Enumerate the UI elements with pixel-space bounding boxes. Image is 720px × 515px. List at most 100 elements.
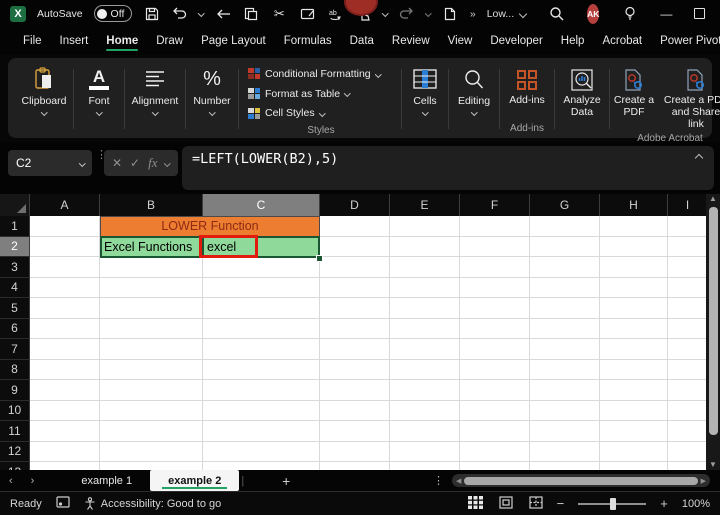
zoom-slider[interactable] bbox=[578, 497, 647, 510]
scroll-down-icon[interactable]: ▼ bbox=[709, 460, 717, 470]
menu-tab-help[interactable]: Help bbox=[552, 30, 594, 52]
menu-tab-page-layout[interactable]: Page Layout bbox=[192, 30, 275, 52]
cell-F10[interactable] bbox=[460, 400, 530, 421]
cell-F1[interactable] bbox=[460, 216, 530, 237]
redo-dropdown-icon[interactable] bbox=[425, 10, 432, 17]
cell-F6[interactable] bbox=[460, 318, 530, 339]
cell-B6[interactable] bbox=[100, 318, 203, 339]
cell-A1[interactable] bbox=[30, 216, 100, 237]
cell-H5[interactable] bbox=[600, 298, 668, 319]
excel-logo-icon[interactable]: X bbox=[10, 5, 26, 22]
add-sheet-button[interactable]: + bbox=[246, 473, 326, 489]
row-header-13[interactable]: 13 bbox=[0, 462, 30, 470]
more-commands-button[interactable]: » bbox=[470, 8, 476, 20]
maximize-button[interactable] bbox=[694, 4, 706, 24]
cell-C7[interactable] bbox=[203, 339, 320, 360]
cell-C3[interactable] bbox=[203, 257, 320, 278]
cell-A9[interactable] bbox=[30, 380, 100, 401]
column-header-A[interactable]: A bbox=[30, 194, 100, 216]
cell-A7[interactable] bbox=[30, 339, 100, 360]
cell-H2[interactable] bbox=[600, 236, 668, 257]
hscroll-right-icon[interactable]: ▶ bbox=[701, 477, 706, 485]
cell-C11[interactable] bbox=[203, 421, 320, 442]
menu-tab-insert[interactable]: Insert bbox=[51, 30, 98, 52]
cell-D11[interactable] bbox=[320, 421, 390, 442]
horizontal-scroll-thumb[interactable] bbox=[464, 476, 698, 485]
cell-G2[interactable] bbox=[530, 236, 600, 257]
cell-F13[interactable] bbox=[460, 462, 530, 470]
cell-G1[interactable] bbox=[530, 216, 600, 237]
create-pdf-share-button[interactable]: Create a PDF and Share link bbox=[663, 66, 720, 130]
tab-bar-menu-icon[interactable]: ⋮ bbox=[433, 475, 452, 486]
zoom-in-button[interactable]: + bbox=[660, 496, 668, 511]
cell-H12[interactable] bbox=[600, 441, 668, 462]
clipboard-group[interactable]: Clipboard bbox=[16, 62, 72, 136]
sheet-tab-example-1[interactable]: example 1 bbox=[63, 470, 150, 491]
cell-D7[interactable] bbox=[320, 339, 390, 360]
cell-A5[interactable] bbox=[30, 298, 100, 319]
cell-A13[interactable] bbox=[30, 462, 100, 470]
column-header-H[interactable]: H bbox=[600, 194, 668, 216]
cell-E13[interactable] bbox=[390, 462, 460, 470]
fill-handle[interactable] bbox=[316, 255, 323, 262]
horizontal-scrollbar[interactable]: ◀ ▶ bbox=[452, 474, 710, 487]
cell-B4[interactable] bbox=[100, 277, 203, 298]
cell-I8[interactable] bbox=[668, 359, 708, 380]
lightbulb-icon[interactable] bbox=[621, 5, 638, 22]
touch-mode-dropdown-icon[interactable] bbox=[381, 10, 389, 17]
cell-B11[interactable] bbox=[100, 421, 203, 442]
cell-I12[interactable] bbox=[668, 441, 708, 462]
page-layout-view-icon[interactable] bbox=[499, 495, 513, 512]
cell-F4[interactable] bbox=[460, 277, 530, 298]
menu-tab-acrobat[interactable]: Acrobat bbox=[593, 30, 651, 52]
macro-record-icon[interactable] bbox=[56, 496, 70, 511]
cell-I1[interactable] bbox=[668, 216, 708, 237]
formula-input[interactable]: =LEFT(LOWER(B2),5) bbox=[182, 146, 714, 190]
back-arrow-icon[interactable] bbox=[215, 5, 232, 22]
zoom-level[interactable]: 100% bbox=[682, 498, 710, 510]
cell-B12[interactable] bbox=[100, 441, 203, 462]
menu-tab-view[interactable]: View bbox=[439, 30, 482, 52]
cell-C5[interactable] bbox=[203, 298, 320, 319]
cell-G8[interactable] bbox=[530, 359, 600, 380]
cell-C6[interactable] bbox=[203, 318, 320, 339]
cell-I10[interactable] bbox=[668, 400, 708, 421]
row-header-3[interactable]: 3 bbox=[0, 257, 30, 278]
cell-B9[interactable] bbox=[100, 380, 203, 401]
cell-styles-button[interactable]: Cell Styles bbox=[248, 103, 394, 123]
cell-D9[interactable] bbox=[320, 380, 390, 401]
conditional-formatting-button[interactable]: Conditional Formatting bbox=[248, 64, 394, 84]
cell-I9[interactable] bbox=[668, 380, 708, 401]
new-file-icon[interactable] bbox=[442, 5, 459, 22]
zoom-out-button[interactable]: − bbox=[557, 496, 565, 511]
cell-F2[interactable] bbox=[460, 236, 530, 257]
cell-D2[interactable] bbox=[320, 236, 390, 257]
copy-icon[interactable] bbox=[243, 5, 260, 22]
undo-dropdown-icon[interactable] bbox=[198, 10, 205, 17]
zoom-slider-thumb[interactable] bbox=[610, 497, 617, 510]
cell-E5[interactable] bbox=[390, 298, 460, 319]
cell-A4[interactable] bbox=[30, 277, 100, 298]
menu-tab-home[interactable]: Home bbox=[97, 30, 147, 52]
cell-E11[interactable] bbox=[390, 421, 460, 442]
row-header-5[interactable]: 5 bbox=[0, 298, 30, 319]
formula-bar-collapse-icon[interactable] bbox=[694, 153, 704, 163]
cell-F3[interactable] bbox=[460, 257, 530, 278]
menu-tab-formulas[interactable]: Formulas bbox=[275, 30, 341, 52]
normal-view-icon[interactable] bbox=[467, 495, 483, 512]
cell-C13[interactable] bbox=[203, 462, 320, 470]
sheet-nav-right-icon[interactable]: › bbox=[22, 475, 44, 487]
cell-I2[interactable] bbox=[668, 236, 708, 257]
document-title[interactable]: Low... bbox=[487, 8, 528, 20]
cell-I11[interactable] bbox=[668, 421, 708, 442]
column-header-C[interactable]: C bbox=[203, 194, 320, 216]
cell-E3[interactable] bbox=[390, 257, 460, 278]
select-all-corner[interactable] bbox=[0, 194, 30, 216]
cell-B7[interactable] bbox=[100, 339, 203, 360]
row-header-9[interactable]: 9 bbox=[0, 380, 30, 401]
cell-B2[interactable]: Excel Functions bbox=[100, 236, 203, 257]
cell-C9[interactable] bbox=[203, 380, 320, 401]
cell-I5[interactable] bbox=[668, 298, 708, 319]
cell-D6[interactable] bbox=[320, 318, 390, 339]
menu-tab-power-pivot[interactable]: Power Pivot bbox=[651, 30, 720, 52]
